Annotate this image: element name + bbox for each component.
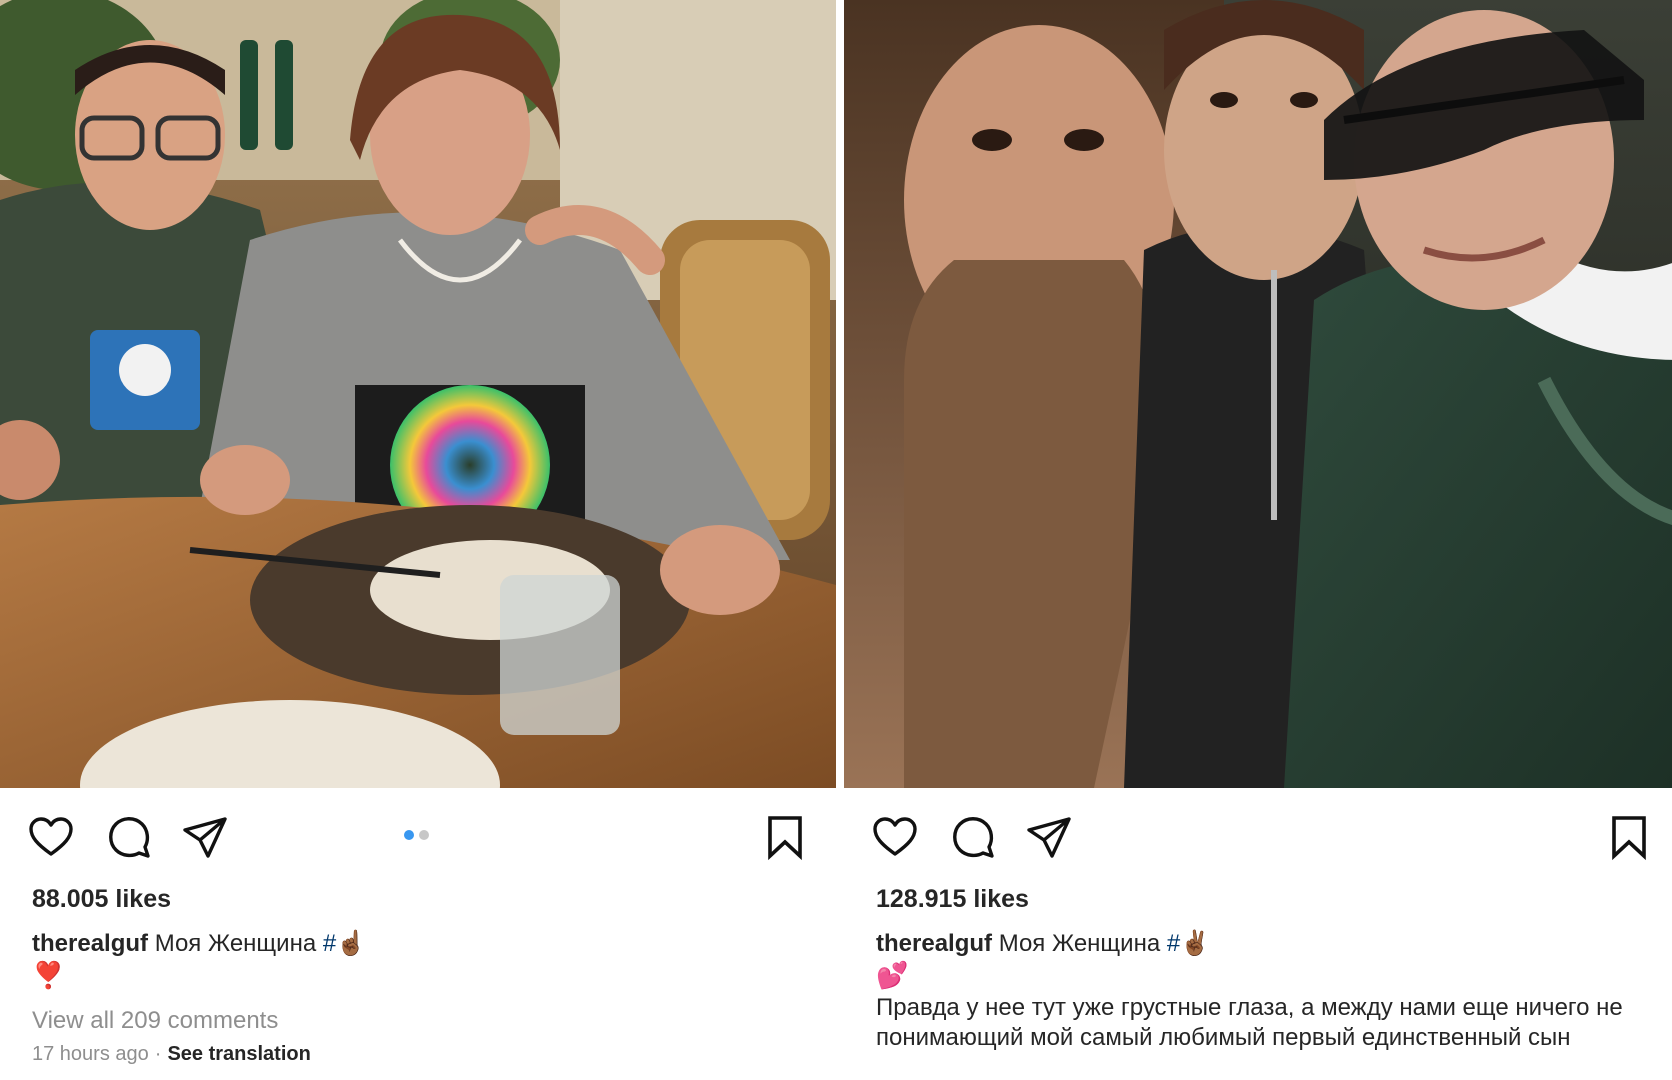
share-button[interactable] (180, 812, 230, 862)
comment-icon (109, 817, 150, 858)
post-meta: 128.915 likes therealguf Моя Женщина #✌🏾… (876, 880, 1640, 1053)
post-actions-bar (844, 800, 1672, 872)
carousel-dot (419, 830, 429, 840)
share-button[interactable] (1024, 812, 1074, 862)
save-button[interactable] (1604, 812, 1654, 862)
caption-extra-text: Правда у нее тут уже грустные глаза, а м… (876, 994, 1623, 1051)
like-button[interactable] (26, 812, 76, 862)
username-link[interactable]: therealguf (32, 930, 148, 957)
share-icon (1027, 817, 1071, 858)
likes-count[interactable]: 88.005 likes (32, 880, 796, 918)
post-actions-bar (0, 800, 836, 872)
caption-text: Моя Женщина (154, 930, 317, 957)
see-translation-link[interactable]: See translation (167, 1043, 310, 1065)
image-divider (836, 0, 844, 1080)
carousel-indicator (404, 830, 429, 840)
caption-emoji-line: 💕 (876, 960, 909, 990)
post-timestamp: 17 hours ago (32, 1043, 149, 1065)
like-button[interactable] (870, 812, 920, 862)
comment-button[interactable] (948, 812, 998, 862)
caption-emoji-line: ❣️ (32, 960, 65, 990)
username-link[interactable]: therealguf (876, 930, 992, 957)
separator: · (154, 1043, 162, 1065)
view-comments-link[interactable]: View all 209 comments (32, 1001, 796, 1041)
photo-illustration (844, 0, 1672, 788)
share-icon (183, 817, 227, 858)
post-photo-dinner[interactable] (0, 0, 836, 788)
save-button[interactable] (760, 812, 810, 862)
heart-icon (873, 817, 917, 856)
post-meta: 88.005 likes therealguf Моя Женщина #☝🏾 … (32, 880, 796, 1066)
instagram-post-1: 88.005 likes therealguf Моя Женщина #☝🏾 … (0, 0, 836, 1080)
post-timeline: 17 hours ago · See translation (32, 1043, 796, 1066)
caption-text: Моя Женщина (998, 930, 1161, 957)
carousel-dot-active (404, 830, 414, 840)
comment-icon (953, 817, 994, 858)
caption-emoji: ✌🏾 (1180, 930, 1211, 957)
bookmark-icon (1612, 816, 1646, 861)
caption-emoji: ☝🏾 (336, 930, 367, 957)
hashtag-link[interactable]: # (1167, 930, 1180, 957)
heart-icon (29, 817, 73, 856)
caption: therealguf Моя Женщина #✌🏾 (876, 928, 1640, 959)
caption: therealguf Моя Женщина #☝🏾 (32, 928, 796, 959)
hashtag-link[interactable]: # (323, 930, 336, 957)
likes-count[interactable]: 128.915 likes (876, 880, 1640, 918)
photo-illustration (0, 0, 836, 788)
post-photo-selfie[interactable] (844, 0, 1672, 788)
bookmark-icon (768, 816, 802, 861)
instagram-post-2: 128.915 likes therealguf Моя Женщина #✌🏾… (844, 0, 1672, 1080)
comment-button[interactable] (104, 812, 154, 862)
